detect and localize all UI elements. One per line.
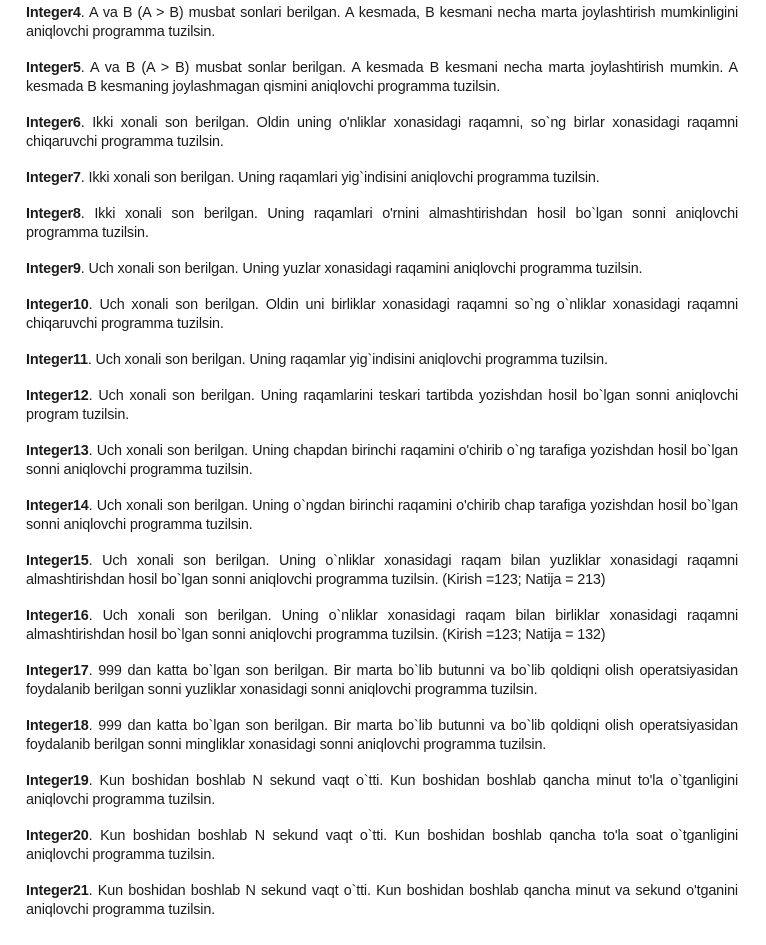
- problem-id: Integer15: [26, 553, 89, 569]
- problem-integer9: Integer9. Uch xonali son berilgan. Uning…: [26, 260, 738, 279]
- problem-id: Integer21: [26, 883, 89, 899]
- problem-integer5: Integer5. A va B (A > B) musbat sonlar b…: [26, 59, 738, 97]
- problem-id: Integer19: [26, 773, 89, 789]
- problem-integer19: Integer19. Kun boshidan boshlab N sekund…: [26, 772, 738, 810]
- problem-text: . Ikki xonali son berilgan. Uning raqaml…: [26, 206, 738, 241]
- problem-integer8: Integer8. Ikki xonali son berilgan. Unin…: [26, 205, 738, 243]
- problem-text: . 999 dan katta bo`lgan son berilgan. Bi…: [26, 663, 738, 698]
- problem-text: . Ikki xonali son berilgan. Uning raqaml…: [80, 170, 600, 186]
- problem-integer20: Integer20. Kun boshidan boshlab N sekund…: [26, 827, 738, 865]
- problem-id: Integer8: [26, 206, 81, 222]
- problem-text: . 999 dan katta bo`lgan son berilgan. Bi…: [26, 718, 738, 753]
- problem-id: Integer14: [26, 498, 89, 514]
- problem-text: . Uch xonali son berilgan. Uning raqamla…: [87, 352, 608, 368]
- problem-integer11: Integer11. Uch xonali son berilgan. Unin…: [26, 351, 738, 370]
- problem-id: Integer17: [26, 663, 89, 679]
- problem-id: Integer11: [26, 352, 88, 368]
- problem-integer13: Integer13. Uch xonali son berilgan. Unin…: [26, 442, 738, 480]
- problem-id: Integer5: [26, 60, 81, 76]
- problem-integer15: Integer15. Uch xonali son berilgan. Unin…: [26, 552, 738, 590]
- problem-id: Integer6: [26, 115, 81, 131]
- problem-text: . Kun boshidan boshlab N sekund vaqt o`t…: [26, 828, 738, 863]
- problem-text: . A va B (A > B) musbat sonlar berilgan.…: [26, 60, 738, 95]
- problem-text: . Uch xonali son berilgan. Uning o`ngdan…: [26, 498, 738, 533]
- problem-integer14: Integer14. Uch xonali son berilgan. Unin…: [26, 497, 738, 535]
- problem-text: . Kun boshidan boshlab N sekund vaqt o`t…: [26, 883, 738, 918]
- problem-text: . A va B (A > B) musbat sonlari berilgan…: [26, 5, 738, 40]
- problem-id: Integer10: [26, 297, 89, 313]
- problem-text: . Uch xonali son berilgan. Uning yuzlar …: [80, 261, 643, 277]
- problem-integer12: Integer12. Uch xonali son berilgan. Unin…: [26, 387, 738, 425]
- problem-id: Integer20: [26, 828, 89, 844]
- problem-integer6: Integer6. Ikki xonali son berilgan. Oldi…: [26, 114, 738, 152]
- problem-integer7: Integer7. Ikki xonali son berilgan. Unin…: [26, 169, 738, 188]
- problem-id: Integer9: [26, 261, 81, 277]
- problem-id: Integer7: [26, 170, 81, 186]
- problem-id: Integer4: [26, 5, 81, 21]
- problem-id: Integer12: [26, 388, 89, 404]
- problem-integer16: Integer16. Uch xonali son berilgan. Unin…: [26, 607, 738, 645]
- document-page: Integer4. A va B (A > B) musbat sonlari …: [26, 4, 738, 920]
- problem-text: . Uch xonali son berilgan. Uning o`nlikl…: [26, 553, 738, 588]
- problem-integer10: Integer10. Uch xonali son berilgan. Oldi…: [26, 296, 738, 334]
- problem-text: . Ikki xonali son berilgan. Oldin uning …: [26, 115, 738, 150]
- problem-text: . Uch xonali son berilgan. Uning raqamla…: [26, 388, 738, 423]
- problem-integer21: Integer21. Kun boshidan boshlab N sekund…: [26, 882, 738, 920]
- problem-integer17: Integer17. 999 dan katta bo`lgan son ber…: [26, 662, 738, 700]
- problem-id: Integer18: [26, 718, 89, 734]
- problem-text: . Uch xonali son berilgan. Oldin uni bir…: [26, 297, 738, 332]
- problem-integer4: Integer4. A va B (A > B) musbat sonlari …: [26, 4, 738, 42]
- problem-text: . Kun boshidan boshlab N sekund vaqt o`t…: [26, 773, 738, 808]
- problem-text: . Uch xonali son berilgan. Uning o`nlikl…: [26, 608, 738, 643]
- problem-id: Integer13: [26, 443, 89, 459]
- problem-id: Integer16: [26, 608, 89, 624]
- problem-text: . Uch xonali son berilgan. Uning chapdan…: [26, 443, 738, 478]
- problem-integer18: Integer18. 999 dan katta bo`lgan son ber…: [26, 717, 738, 755]
